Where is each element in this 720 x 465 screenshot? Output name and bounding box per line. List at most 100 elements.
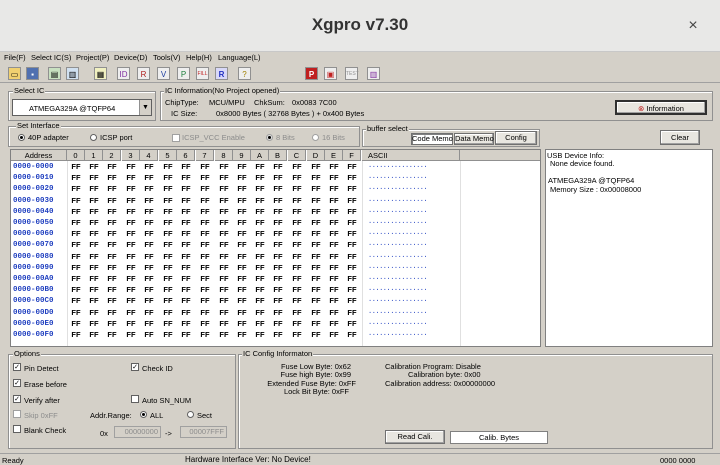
- hex-cell[interactable]: FF: [269, 296, 287, 306]
- hex-cell[interactable]: FF: [122, 285, 140, 295]
- check-id-checkbox[interactable]: ✓: [131, 363, 139, 371]
- hex-cell[interactable]: FF: [140, 207, 158, 217]
- hex-cell[interactable]: FF: [288, 330, 306, 340]
- read-cali-button[interactable]: Read Cali.: [385, 430, 445, 444]
- hex-cell[interactable]: FF: [196, 229, 214, 239]
- hex-cell[interactable]: FF: [343, 252, 361, 262]
- hex-cell[interactable]: FF: [251, 252, 269, 262]
- hex-cell[interactable]: FF: [122, 229, 140, 239]
- hex-cell[interactable]: FF: [215, 173, 233, 183]
- hex-cell[interactable]: FF: [269, 330, 287, 340]
- hex-cell[interactable]: FF: [233, 173, 251, 183]
- hex-cell[interactable]: FF: [159, 274, 177, 284]
- hex-cell[interactable]: FF: [85, 330, 103, 340]
- hex-cell[interactable]: FF: [140, 218, 158, 228]
- menu-project[interactable]: Project(P): [76, 53, 109, 62]
- project-icon[interactable]: P: [305, 67, 318, 80]
- hex-cell[interactable]: FF: [196, 162, 214, 172]
- load-icon[interactable]: ▤: [48, 67, 61, 80]
- hex-cell[interactable]: FF: [269, 173, 287, 183]
- hex-cell[interactable]: FF: [85, 207, 103, 217]
- hex-cell[interactable]: FF: [122, 162, 140, 172]
- hex-cell[interactable]: FF: [251, 319, 269, 329]
- hex-cell[interactable]: FF: [196, 207, 214, 217]
- hex-cell[interactable]: FF: [85, 196, 103, 206]
- hex-cell[interactable]: FF: [288, 173, 306, 183]
- menu-select-ic[interactable]: Select IC(S): [31, 53, 71, 62]
- hex-cell[interactable]: FF: [140, 162, 158, 172]
- hex-cell[interactable]: FF: [215, 162, 233, 172]
- pin-detect-checkbox[interactable]: ✓: [13, 363, 21, 371]
- clear-button[interactable]: Clear: [660, 130, 700, 145]
- hex-cell[interactable]: FF: [140, 296, 158, 306]
- hex-grid[interactable]: Address 0 1 2 3 4 5 6 7 8 9 A B C D E F ASCII 0000-0000 FF F…: [10, 149, 541, 347]
- hex-cell[interactable]: FF: [122, 274, 140, 284]
- skip-ff-checkbox[interactable]: [13, 410, 21, 418]
- hex-cell[interactable]: FF: [122, 207, 140, 217]
- hex-cell[interactable]: FF: [196, 274, 214, 284]
- hex-cell[interactable]: FF: [67, 196, 85, 206]
- hex-cell[interactable]: FF: [85, 274, 103, 284]
- menu-help[interactable]: Help(H): [186, 53, 212, 62]
- hex-cell[interactable]: FF: [269, 285, 287, 295]
- hex-cell[interactable]: FF: [343, 196, 361, 206]
- hex-cell[interactable]: FF: [215, 196, 233, 206]
- hex-cell[interactable]: FF: [233, 229, 251, 239]
- hex-cell[interactable]: FF: [269, 162, 287, 172]
- hex-cell[interactable]: FF: [67, 308, 85, 318]
- hex-cell[interactable]: FF: [85, 263, 103, 273]
- fill-icon[interactable]: FILL: [196, 67, 209, 80]
- hex-cell[interactable]: FF: [159, 296, 177, 306]
- table-row[interactable]: 0000-0080 FF FF FF FF FF FF FF FF FF FF FF FF FF FF FF F…: [11, 252, 540, 262]
- hex-cell[interactable]: FF: [269, 319, 287, 329]
- code-memory-tab[interactable]: Code Memo: [411, 133, 453, 145]
- hex-cell[interactable]: FF: [103, 285, 121, 295]
- hex-cell[interactable]: FF: [215, 308, 233, 318]
- table-row[interactable]: 0000-0020 FF FF FF FF FF FF FF FF FF FF FF FF FF FF FF F…: [11, 184, 540, 194]
- hex-cell[interactable]: FF: [288, 196, 306, 206]
- hex-cell[interactable]: FF: [343, 184, 361, 194]
- hex-cell[interactable]: FF: [85, 252, 103, 262]
- hex-cell[interactable]: FF: [159, 196, 177, 206]
- hex-cell[interactable]: FF: [140, 252, 158, 262]
- hex-cell[interactable]: FF: [269, 207, 287, 217]
- table-row[interactable]: 0000-00F0 FF FF FF FF FF FF FF FF FF FF FF FF FF FF FF F…: [11, 330, 540, 340]
- hex-cell[interactable]: FF: [67, 285, 85, 295]
- hex-cell[interactable]: FF: [159, 285, 177, 295]
- hex-cell[interactable]: FF: [233, 263, 251, 273]
- hex-cell[interactable]: FF: [103, 240, 121, 250]
- hex-cell[interactable]: FF: [159, 319, 177, 329]
- icsp-radio[interactable]: [90, 134, 97, 141]
- hex-cell[interactable]: FF: [215, 252, 233, 262]
- hex-cell[interactable]: FF: [177, 274, 195, 284]
- hex-cell[interactable]: FF: [343, 319, 361, 329]
- hex-cell[interactable]: FF: [85, 308, 103, 318]
- hex-cell[interactable]: FF: [215, 296, 233, 306]
- hex-cell[interactable]: FF: [325, 240, 343, 250]
- hex-cell[interactable]: FF: [67, 330, 85, 340]
- hex-cell[interactable]: FF: [251, 263, 269, 273]
- hex-cell[interactable]: FF: [269, 252, 287, 262]
- program-icon[interactable]: P: [177, 67, 190, 80]
- hex-cell[interactable]: FF: [233, 196, 251, 206]
- hex-cell[interactable]: FF: [196, 285, 214, 295]
- hex-cell[interactable]: FF: [67, 162, 85, 172]
- hex-cell[interactable]: FF: [288, 319, 306, 329]
- calib-bytes-field[interactable]: Calib. Bytes: [450, 431, 548, 444]
- hex-cell[interactable]: FF: [177, 218, 195, 228]
- hex-cell[interactable]: FF: [159, 173, 177, 183]
- hex-cell[interactable]: FF: [103, 319, 121, 329]
- ic-icon[interactable]: ▥: [367, 67, 380, 80]
- hex-cell[interactable]: FF: [140, 196, 158, 206]
- hex-cell[interactable]: FF: [103, 184, 121, 194]
- hex-cell[interactable]: FF: [103, 263, 121, 273]
- hex-cell[interactable]: FF: [251, 173, 269, 183]
- hex-cell[interactable]: FF: [177, 319, 195, 329]
- hex-cell[interactable]: FF: [196, 240, 214, 250]
- hex-cell[interactable]: FF: [307, 240, 325, 250]
- blank-check-checkbox[interactable]: [13, 425, 21, 433]
- hex-cell[interactable]: FF: [140, 330, 158, 340]
- hex-cell[interactable]: FF: [269, 263, 287, 273]
- hex-cell[interactable]: FF: [159, 218, 177, 228]
- hex-cell[interactable]: FF: [233, 252, 251, 262]
